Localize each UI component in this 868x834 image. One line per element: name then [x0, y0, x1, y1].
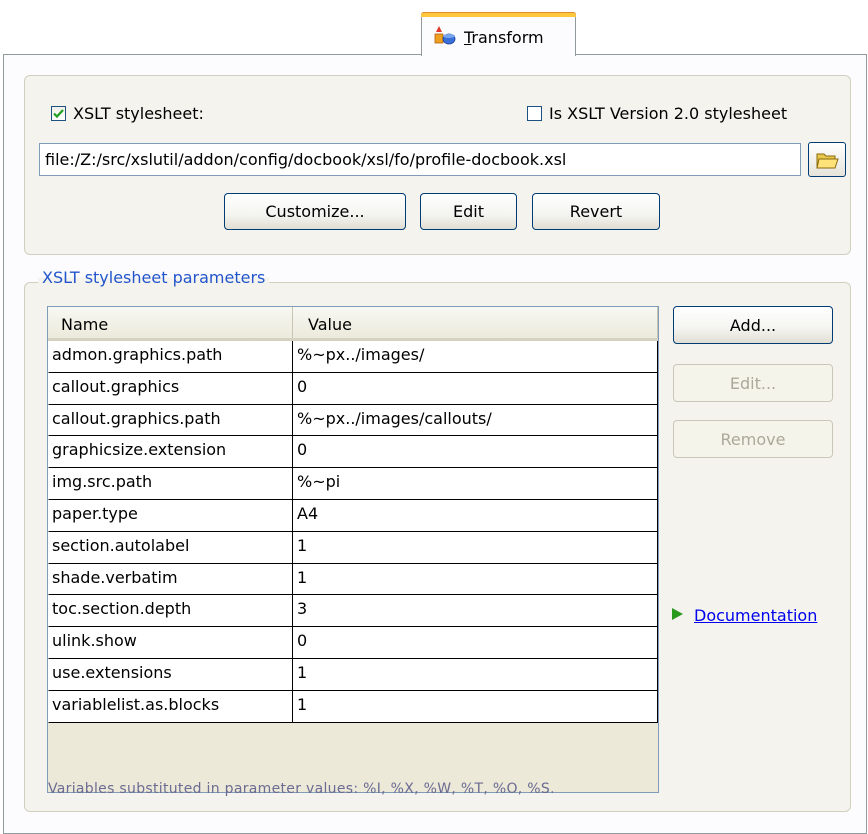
- param-value-cell[interactable]: 1: [293, 563, 658, 596]
- param-name-cell[interactable]: callout.graphics: [48, 372, 293, 405]
- revert-button[interactable]: Revert: [532, 193, 660, 230]
- play-icon: [670, 606, 684, 625]
- param-value-cell[interactable]: 0: [293, 627, 658, 659]
- parameters-table[interactable]: Name Value admon.graphics.path %~px../ima…: [47, 306, 659, 793]
- tab-transform[interactable]: Transform: [421, 12, 576, 56]
- param-value-cell[interactable]: %~pi: [293, 468, 658, 500]
- edit-parameter-button[interactable]: Edit...: [673, 364, 833, 402]
- table-row[interactable]: toc.section.depth 3: [48, 595, 658, 628]
- param-name-cell[interactable]: toc.section.depth: [48, 595, 293, 628]
- documentation-link[interactable]: Documentation: [694, 606, 817, 625]
- param-value-cell[interactable]: 1: [293, 531, 658, 564]
- parameters-group-title: XSLT stylesheet parameters: [38, 268, 270, 287]
- checkmark-icon: [53, 109, 64, 119]
- table-row[interactable]: variablelist.as.blocks 1: [48, 690, 658, 723]
- param-name-cell[interactable]: graphicsize.extension: [48, 436, 293, 469]
- param-value-cell[interactable]: A4: [293, 499, 658, 532]
- param-value-cell[interactable]: 0: [293, 372, 658, 405]
- transform-icon: [434, 24, 456, 50]
- documentation-link-row[interactable]: Documentation: [670, 606, 817, 625]
- param-value-cell[interactable]: 1: [293, 690, 658, 723]
- edit-stylesheet-button[interactable]: Edit: [420, 193, 517, 230]
- table-row[interactable]: paper.type A4: [48, 499, 658, 532]
- xslt-stylesheet-checkbox[interactable]: [51, 106, 66, 121]
- param-name-cell[interactable]: img.src.path: [48, 468, 293, 500]
- stylesheet-url-field[interactable]: file:/Z:/src/xslutil/addon/config/docboo…: [39, 143, 801, 176]
- column-header-value[interactable]: Value: [293, 307, 658, 338]
- param-value-cell[interactable]: %~px../images/: [293, 341, 658, 373]
- browse-button[interactable]: [808, 142, 846, 177]
- param-name-cell[interactable]: paper.type: [48, 499, 293, 532]
- xslt-stylesheet-checkbox-row[interactable]: XSLT stylesheet:: [51, 104, 204, 123]
- param-name-cell[interactable]: admon.graphics.path: [48, 341, 293, 373]
- table-row[interactable]: img.src.path %~pi: [48, 468, 658, 500]
- param-name-cell[interactable]: ulink.show: [48, 627, 293, 659]
- param-value-cell[interactable]: 3: [293, 595, 658, 628]
- param-value-cell[interactable]: 1: [293, 658, 658, 691]
- param-name-cell[interactable]: callout.graphics.path: [48, 404, 293, 437]
- xslt-version2-checkbox-row[interactable]: Is XSLT Version 2.0 stylesheet: [527, 104, 787, 123]
- table-row[interactable]: ulink.show 0: [48, 627, 658, 659]
- table-row[interactable]: callout.graphics.path %~px../images/callo…: [48, 404, 658, 437]
- param-value-cell[interactable]: 0: [293, 436, 658, 469]
- tab-transform-label: Transform: [464, 27, 544, 47]
- table-row[interactable]: section.autolabel 1: [48, 531, 658, 564]
- add-parameter-button[interactable]: Add...: [673, 306, 833, 344]
- table-row[interactable]: graphicsize.extension 0: [48, 436, 658, 469]
- variables-footnote: Variables substituted in parameter value…: [48, 781, 555, 797]
- param-name-cell[interactable]: use.extensions: [48, 658, 293, 691]
- remove-parameter-button[interactable]: Remove: [673, 420, 833, 458]
- customize-button[interactable]: Customize...: [224, 193, 406, 230]
- table-row[interactable]: use.extensions 1: [48, 658, 658, 691]
- param-name-cell[interactable]: shade.verbatim: [48, 563, 293, 596]
- param-value-cell[interactable]: %~px../images/callouts/: [293, 404, 658, 437]
- param-name-cell[interactable]: section.autolabel: [48, 531, 293, 564]
- xslt-version2-label: Is XSLT Version 2.0 stylesheet: [549, 104, 788, 123]
- table-header: Name Value: [48, 307, 658, 341]
- folder-open-icon: [816, 153, 839, 168]
- table-row[interactable]: admon.graphics.path %~px../images/: [48, 341, 658, 373]
- table-row[interactable]: shade.verbatim 1: [48, 563, 658, 596]
- column-header-name[interactable]: Name: [48, 307, 293, 338]
- param-name-cell[interactable]: variablelist.as.blocks: [48, 690, 293, 723]
- table-body: admon.graphics.path %~px../images/callout…: [48, 341, 658, 723]
- table-row[interactable]: callout.graphics 0: [48, 372, 658, 405]
- xslt-stylesheet-label: XSLT stylesheet:: [73, 104, 204, 123]
- xslt-version2-checkbox[interactable]: [527, 106, 542, 121]
